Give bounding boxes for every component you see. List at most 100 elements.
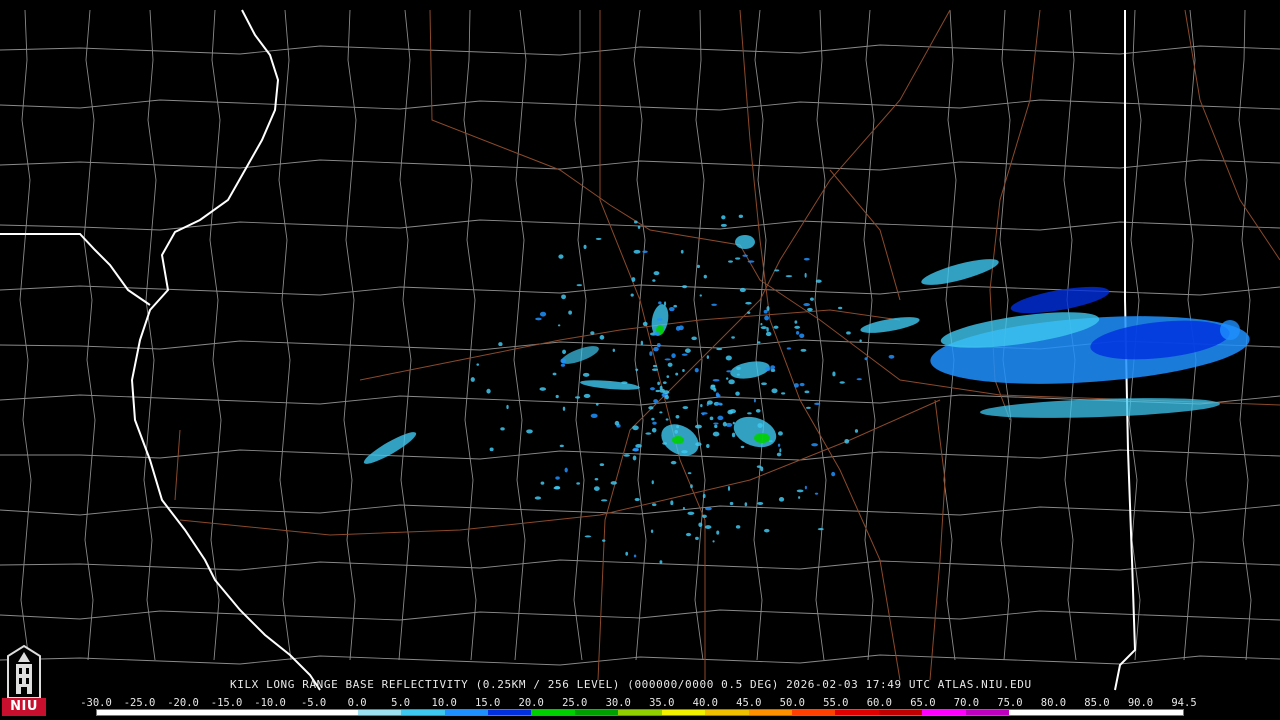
echo-speckle [642, 321, 648, 327]
echo-speckle [664, 358, 671, 361]
scale-swatch [314, 710, 358, 715]
scale-swatch [661, 710, 706, 715]
echo-speckle [745, 301, 752, 305]
echo-speckle [687, 511, 695, 515]
echo-speckle [633, 220, 638, 224]
scale-swatch [97, 710, 141, 715]
echo-speckle [699, 294, 702, 297]
echo-speckle [715, 402, 723, 405]
echo-speckle [765, 331, 772, 337]
county-line [0, 159, 1280, 171]
echo-speckle [725, 377, 729, 380]
echo-speckle [651, 503, 657, 507]
echo-speckle [804, 390, 810, 394]
echo-speckle [684, 348, 691, 353]
echo-speckle [859, 339, 862, 343]
echo-speckle [763, 528, 770, 533]
echo-speckle [552, 372, 557, 376]
echo-speckle [714, 424, 718, 429]
county-line [0, 219, 1280, 231]
color-scale-bar [96, 709, 1184, 716]
county-line [209, 9, 222, 661]
highway-line [739, 9, 901, 681]
scale-label: 0.0 [347, 697, 367, 709]
echo-cell [754, 433, 770, 443]
echo-speckle [681, 353, 688, 356]
state-boundary-river [130, 9, 321, 691]
echo-speckle [710, 384, 716, 388]
scale-swatch [574, 710, 619, 715]
echo-speckle [668, 307, 675, 312]
logo-text: NIU [2, 698, 46, 716]
echo-speckle [736, 366, 741, 371]
scale-label: 35.0 [649, 697, 675, 709]
echo-speckle [664, 395, 669, 400]
echo-speckle [742, 254, 748, 257]
echo-speckle [781, 392, 786, 395]
echo-speckle [757, 341, 761, 344]
echo-speckle [632, 447, 639, 452]
echo-speckle [727, 409, 734, 415]
echo-speckle [671, 353, 676, 359]
echo-speckle [740, 445, 745, 449]
highway-line [929, 399, 946, 681]
echo-speckle [839, 381, 845, 384]
scale-swatch [1052, 710, 1097, 715]
echo-speckle [716, 530, 720, 535]
university-tower-icon [7, 644, 41, 699]
county-line [513, 9, 527, 661]
echo-speckle [534, 496, 542, 500]
scale-label: 30.0 [605, 697, 631, 709]
echo-speckle [728, 379, 735, 385]
echo-speckle [735, 525, 741, 529]
echo-cell [733, 416, 777, 448]
echo-speckle [757, 501, 764, 505]
echo-speckle [675, 372, 679, 376]
echo-speckle [817, 528, 824, 531]
echo-speckle [731, 336, 735, 339]
county-line [278, 9, 292, 661]
echo-speckle [614, 420, 620, 426]
scale-label: -30.0 [80, 697, 112, 709]
echo-speckle [696, 264, 701, 269]
echo-speckle [675, 325, 681, 331]
scale-swatch [922, 710, 966, 715]
echo-speckle [602, 539, 606, 542]
county-line [19, 9, 32, 661]
echo-speckle [766, 306, 770, 311]
echo-speckle [729, 501, 734, 506]
echo-speckle [631, 277, 636, 282]
scale-label: 70.0 [953, 697, 980, 709]
echo-speckle [846, 331, 851, 335]
color-scale-labels: -30.0 -25.0 -20.0 -15.0 -10.0 -5.0 0.0 5.0 10.0 1… [80, 697, 1196, 709]
echo-speckle [590, 331, 595, 335]
echo-speckle [623, 454, 630, 457]
echo-speckle [720, 223, 727, 227]
highway-line [179, 399, 941, 536]
echo-speckle [704, 525, 712, 529]
echo-speckle [764, 315, 770, 321]
echo-speckle [489, 447, 494, 452]
echo-speckle [583, 244, 587, 250]
county-line [0, 44, 1280, 56]
echo-speckle [555, 476, 560, 480]
highway-line [829, 169, 901, 301]
scale-label: -25.0 [123, 697, 156, 709]
echo-speckle [794, 320, 798, 324]
scale-label: 20.0 [518, 697, 544, 709]
echo-speckle [680, 249, 684, 254]
echo-speckle [728, 260, 733, 263]
echo-speckle [753, 398, 756, 403]
echo-speckle [777, 443, 781, 447]
county-line [0, 504, 1280, 516]
scale-label: 25.0 [562, 697, 588, 709]
echo-cell [735, 235, 755, 249]
echo-speckle [562, 349, 567, 355]
echo-speckle [731, 432, 736, 438]
scale-swatch [748, 710, 792, 715]
echo-speckle [642, 250, 648, 253]
echo-speckle [706, 355, 710, 360]
scale-label: 55.0 [823, 697, 849, 709]
scale-label: -10.0 [254, 697, 286, 709]
echo-speckle [735, 391, 740, 396]
